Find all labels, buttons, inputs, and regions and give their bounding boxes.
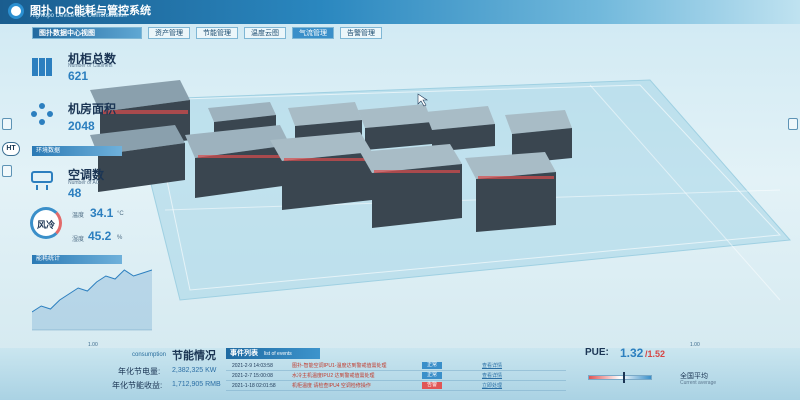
pue-average-en-label: Current average: [680, 380, 717, 386]
events-list: 2021-2-9 14:03:58 图扑-智能空调IPU1-温度达到警戒值需处理…: [226, 361, 566, 391]
pue-target: /1.52: [645, 349, 666, 359]
trend-chart: [32, 269, 152, 331]
datacenter-3d-scene[interactable]: [90, 40, 800, 350]
tab-temperature[interactable]: 温度云图: [244, 27, 286, 39]
event-action-link[interactable]: 立即处理: [482, 382, 502, 389]
cooling-gauge-label: 风冷: [36, 220, 55, 230]
top-header: 图扑 IDC能耗与管控系统 Hightopo Device IDC Demons…: [0, 0, 800, 24]
temperature-label: 温度: [72, 213, 85, 219]
cabinets-value: 621: [68, 69, 89, 83]
event-status-badge: 正常: [422, 362, 442, 369]
temperature-unit: °C: [117, 211, 124, 217]
events-subtitle: list of events: [264, 351, 292, 357]
humidity-value: 45.2: [88, 229, 112, 243]
energy-row-value: 2,382,325 KW: [172, 367, 217, 374]
ht-badge[interactable]: HT: [2, 142, 20, 156]
event-description: 机柜温度 请检查IPU4 空调检修操作: [292, 383, 371, 389]
cabinet-row[interactable]: [185, 125, 290, 198]
event-row[interactable]: 2021-2-9 14:03:58 图扑-智能空调IPU1-温度达到警戒值需处理…: [226, 361, 566, 371]
cabinet-row[interactable]: [270, 132, 372, 210]
event-row[interactable]: 2021-2-7 15:00:08 水冷主机温度IPU2 达到警戒值需处理 正常…: [226, 371, 566, 381]
ac-value: 48: [68, 186, 82, 200]
temperature-value: 34.1: [90, 206, 114, 220]
corner-label-left: 1.00: [88, 342, 98, 348]
trend-header: 能耗统计: [32, 255, 122, 264]
energy-row-value: 1,712,905 RMB: [172, 381, 221, 388]
events-header: 事件列表 list of events: [226, 348, 320, 359]
cabinet-row[interactable]: [358, 104, 432, 150]
left-edge-handle-icon[interactable]: [2, 118, 12, 130]
cabinet-row[interactable]: [360, 144, 462, 228]
area-title: 机房面积: [68, 102, 117, 116]
event-status-badge: 正常: [422, 372, 442, 379]
events-title: 事件列表: [230, 350, 258, 357]
left-edge-handle-lower-icon[interactable]: [2, 165, 12, 177]
humidity-unit: %: [117, 235, 123, 241]
cabinet-row[interactable]: [425, 106, 495, 152]
energy-row-label: 年化节电量:: [118, 367, 161, 376]
energy-en-label: consumption: [132, 352, 167, 358]
event-time: 2021-2-7 15:00:08: [232, 372, 273, 379]
event-status-badge: 告警: [422, 382, 442, 389]
app-subtitle: Hightopo Device IDC Demonstration: [30, 13, 127, 19]
event-row[interactable]: 2021-1-18 02:01:58 机柜温度 请检查IPU4 空调检修操作 告…: [226, 381, 566, 391]
tab-energy[interactable]: 节能管理: [196, 27, 238, 39]
event-description: 水冷主机温度IPU2 达到警戒值需处理: [292, 373, 375, 379]
cabinet-row[interactable]: [90, 125, 185, 192]
tab-assets[interactable]: 资产管理: [148, 27, 190, 39]
nav-tabs: 图扑数据中心视图 资产管理 节能管理 温度云图 气流管理 告警管理: [32, 27, 382, 39]
cabinet-row[interactable]: [465, 152, 556, 232]
tab-airflow[interactable]: 气流管理: [292, 27, 334, 39]
app-logo-icon: [8, 3, 24, 19]
cooling-gauge: 风冷: [30, 207, 62, 239]
humidity-label: 湿度: [72, 237, 85, 243]
tab-datacenter-view[interactable]: 图扑数据中心视图: [32, 27, 142, 39]
event-description: 图扑-智能空调IPU1-温度达到警戒值需处理: [292, 363, 387, 369]
event-action-link[interactable]: 查看详情: [482, 362, 502, 369]
pue-marker: [623, 372, 626, 383]
pue-label: PUE:: [585, 347, 609, 358]
area-value: 2048: [68, 119, 95, 133]
trend-area: [32, 270, 152, 330]
environment-header: 环境数据: [32, 146, 122, 156]
cabinet-icon: [32, 58, 52, 76]
area-icon: [31, 103, 53, 125]
event-action-link[interactable]: 查看详情: [482, 372, 502, 379]
corner-label-right: 1.00: [690, 342, 700, 348]
pue-value: 1.32: [620, 346, 644, 360]
pue-scale-bar: [588, 375, 652, 380]
event-time: 2021-2-9 14:03:58: [232, 362, 273, 369]
event-time: 2021-1-18 02:01:58: [232, 382, 276, 389]
energy-title: 节能情况: [172, 350, 216, 362]
air-conditioner-icon: [31, 171, 53, 190]
tab-alarms[interactable]: 告警管理: [340, 27, 382, 39]
energy-row-label: 年化节能收益:: [112, 381, 163, 390]
